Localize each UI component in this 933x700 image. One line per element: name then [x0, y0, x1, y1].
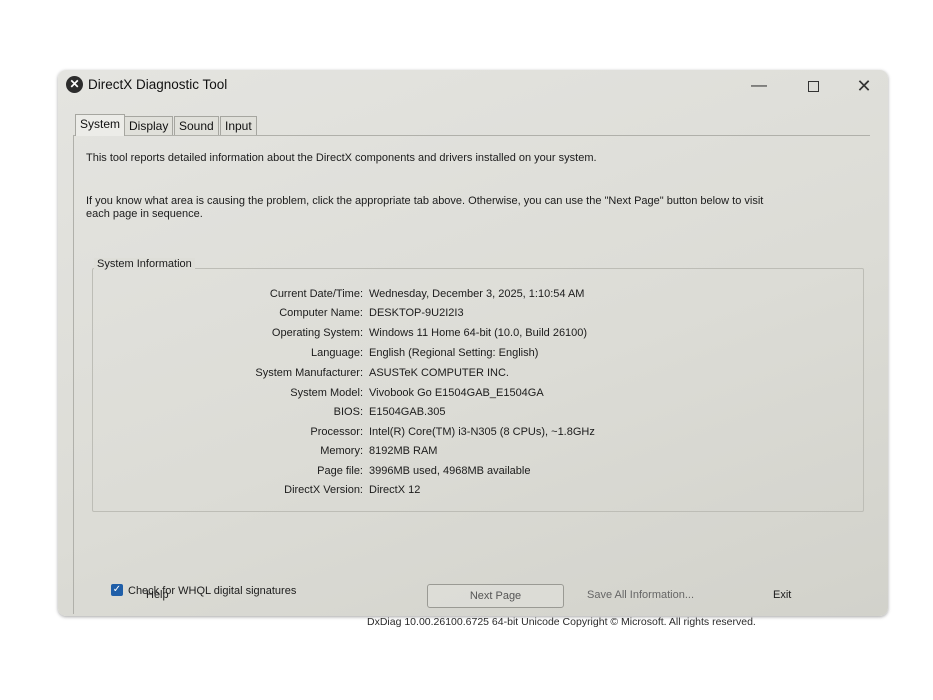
info-row-directx-version: DirectX Version: DirectX 12	[93, 481, 863, 499]
info-value: E1504GAB.305	[369, 406, 446, 418]
dxdiag-window: ✕ DirectX Diagnostic Tool — ✕ System Dis…	[58, 70, 888, 628]
info-label: System Model:	[290, 387, 363, 399]
info-value: Windows 11 Home 64-bit (10.0, Build 2610…	[369, 327, 588, 339]
minimize-button[interactable]: —	[744, 74, 774, 98]
copyright-text: DxDiag 10.00.26100.6725 64-bit Unicode C…	[367, 616, 756, 628]
title-bar[interactable]: ✕ DirectX Diagnostic Tool — ✕	[58, 70, 888, 104]
info-label: Language:	[311, 347, 363, 359]
info-row-language: Language: English (Regional Setting: Eng…	[93, 344, 863, 362]
info-label: BIOS:	[333, 406, 363, 418]
info-row-computer-name: Computer Name: DESKTOP-9U2I2I3	[93, 304, 863, 322]
tab-input[interactable]: Input	[220, 116, 257, 135]
info-label: Current Date/Time:	[269, 288, 363, 300]
info-value: DirectX 12	[369, 484, 421, 496]
intro-text: This tool reports detailed information a…	[86, 152, 597, 164]
info-row-processor: Processor: Intel(R) Core(TM) i3-N305 (8 …	[93, 423, 863, 441]
info-label: Processor:	[310, 426, 363, 438]
x-circle-icon: ✕	[66, 76, 83, 93]
maximize-icon	[807, 81, 819, 92]
info-row-page-file: Page file: 3996MB used, 4968MB available	[93, 462, 863, 480]
info-row-system-model: System Model: Vivobook Go E1504GAB_E1504…	[93, 384, 863, 402]
window-title: DirectX Diagnostic Tool	[88, 77, 228, 92]
info-label: Memory:	[320, 445, 363, 457]
help-button[interactable]: Help	[146, 589, 169, 601]
system-information-group: Current Date/Time: Wednesday, December 3…	[92, 268, 864, 512]
info-row-memory: Memory: 8192MB RAM	[93, 442, 863, 460]
info-label: System Manufacturer:	[255, 367, 363, 379]
info-value: Wednesday, December 3, 2025, 1:10:54 AM	[369, 288, 585, 300]
info-row-date-time: Current Date/Time: Wednesday, December 3…	[93, 285, 863, 303]
info-row-system-manufacturer: System Manufacturer: ASUSTeK COMPUTER IN…	[93, 364, 863, 382]
info-value: Vivobook Go E1504GAB_E1504GA	[369, 387, 544, 399]
info-label: Operating System:	[271, 327, 363, 339]
tab-sound[interactable]: Sound	[174, 116, 219, 135]
info-value: 3996MB used, 4968MB available	[369, 465, 531, 477]
info-row-operating-system: Operating System: Windows 11 Home 64-bit…	[93, 324, 863, 342]
info-row-bios: BIOS: E1504GAB.305	[93, 403, 863, 421]
maximize-button[interactable]	[798, 74, 828, 98]
tab-display[interactable]: Display	[124, 116, 174, 135]
exit-button[interactable]: Exit	[773, 589, 791, 601]
system-information-label: System Information	[94, 258, 195, 270]
system-tab-panel: This tool reports detailed information a…	[73, 135, 870, 628]
info-value: ASUSTeK COMPUTER INC.	[369, 367, 509, 379]
info-value: Intel(R) Core(TM) i3-N305 (8 CPUs), ~1.8…	[369, 426, 595, 438]
info-label: Page file:	[317, 465, 363, 477]
next-page-button[interactable]: Next Page	[427, 584, 564, 608]
button-bar: Help Next Page Save All Information... E…	[58, 584, 888, 608]
info-label: DirectX Version:	[284, 484, 363, 496]
instructions-text: If you know what area is causing the pro…	[86, 195, 764, 220]
info-value: DESKTOP-9U2I2I3	[369, 307, 464, 319]
info-value: English (Regional Setting: English)	[369, 347, 539, 359]
save-all-information-button[interactable]: Save All Information...	[587, 589, 694, 601]
info-value: 8192MB RAM	[369, 445, 438, 457]
close-button[interactable]: ✕	[849, 74, 879, 98]
info-label: Computer Name:	[279, 307, 363, 319]
tab-system[interactable]: System	[75, 114, 126, 136]
